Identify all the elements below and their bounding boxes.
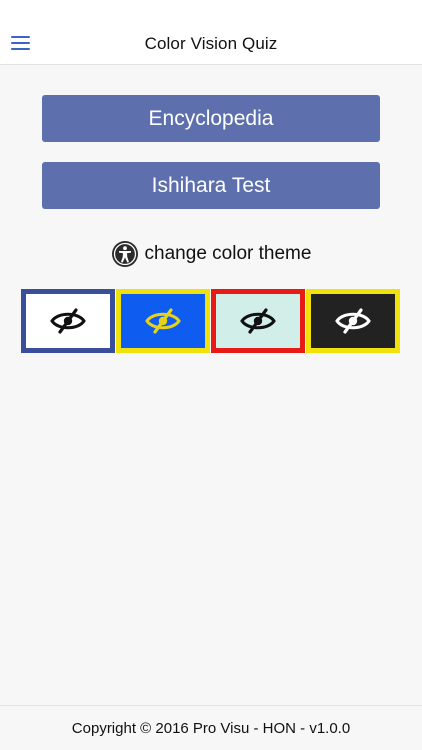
app-screen: Color Vision Quiz Encyclopedia Ishihara … (0, 0, 422, 750)
page-title: Color Vision Quiz (144, 34, 278, 53)
theme-option-blue-yellow[interactable] (116, 289, 210, 353)
navigation-bar: Color Vision Quiz (0, 0, 422, 65)
copyright-text: Copyright © 2016 Pro Visu - HON - v1.0.0 (71, 720, 351, 737)
accessibility-icon (111, 241, 138, 267)
color-theme-label-row: change color theme (0, 237, 422, 271)
eye-slash-icon (50, 308, 86, 334)
theme-option-light[interactable] (21, 289, 115, 353)
change-color-theme-label: change color theme (144, 243, 312, 264)
eye-slash-icon (335, 308, 371, 334)
theme-option-mint-red[interactable] (211, 289, 305, 353)
theme-option-dark-yellow[interactable] (306, 289, 400, 353)
encyclopedia-button[interactable]: Encyclopedia (42, 95, 380, 142)
eye-slash-icon (240, 308, 276, 334)
ishihara-test-button[interactable]: Ishihara Test (42, 162, 380, 209)
eye-slash-icon (145, 308, 181, 334)
footer: Copyright © 2016 Pro Visu - HON - v1.0.0 (0, 705, 422, 750)
